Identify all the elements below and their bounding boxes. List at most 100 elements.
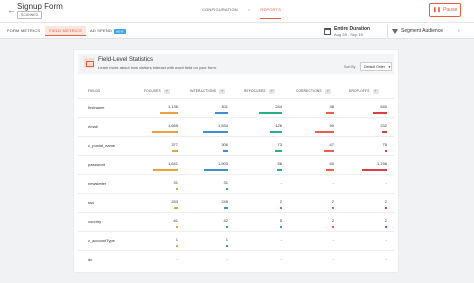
dropoffs-value: 640	[380, 104, 387, 109]
help-icon[interactable]: ?	[324, 89, 331, 94]
corrections-value: 90	[329, 123, 334, 128]
step-reports[interactable]: REPORTS	[260, 7, 282, 19]
dropoffs-bar	[385, 207, 387, 209]
dropoffs-bar	[361, 169, 387, 171]
refocuses-value: -	[280, 180, 282, 185]
table-row[interactable]: dc - - - - -	[78, 250, 394, 269]
refocuses-value: 56	[277, 161, 282, 166]
tab-field-metrics[interactable]: FIELD METRICS	[45, 26, 87, 36]
dropoffs-value: -	[385, 256, 387, 261]
focuses-bar	[176, 188, 178, 190]
dropoffs-value: 2	[384, 199, 387, 204]
interactions-bar	[224, 207, 228, 209]
table-row[interactable]: password 1,641 1,500 56 40 1,198	[78, 155, 394, 174]
interactions-value: 811	[221, 104, 228, 109]
focuses-bar	[174, 207, 178, 209]
interactions-value: 245	[221, 199, 228, 204]
interactions-value: 306	[221, 142, 228, 147]
corrections-value: 47	[329, 142, 334, 147]
dropoffs-bar	[385, 226, 387, 228]
corrections-bar	[332, 207, 334, 209]
dropoffs-bar	[373, 112, 387, 114]
table-row[interactable]: country 61 42 5 2 2	[78, 212, 394, 231]
page-title: Signup Form	[17, 2, 63, 11]
col-dropoffs-label: DROP-OFFS	[349, 89, 370, 93]
focuses-value: -	[176, 256, 178, 261]
refocuses-value: 5	[279, 218, 282, 223]
col-corrections: CORRECTIONS?	[296, 89, 331, 94]
interactions-bar	[204, 169, 228, 171]
help-icon[interactable]: ?	[219, 89, 226, 94]
focuses-bar	[176, 226, 178, 228]
dropoffs-value: 75	[382, 142, 387, 147]
focuses-value: 253	[171, 199, 178, 204]
refocuses-value: -	[280, 256, 282, 261]
focuses-value: 1,641	[167, 161, 178, 166]
refocuses-bar	[269, 131, 282, 133]
refocuses-bar	[274, 150, 282, 152]
field-name: sso	[88, 200, 95, 205]
field-name: firstname	[88, 105, 105, 110]
table-row[interactable]: firstname 1,136 811 244 38 640	[78, 98, 394, 117]
card-title: Field-Level Statistics	[98, 57, 154, 63]
field-name: password	[88, 162, 106, 167]
corrections-value: 38	[329, 104, 334, 109]
table-row[interactable]: sso 253 245 2 2 2	[78, 193, 394, 212]
tab-ad-spend[interactable]: AD SPEND NEW	[90, 28, 126, 34]
step-configuration[interactable]: CONFIGURATION	[202, 7, 238, 12]
step-nav: CONFIGURATION > REPORTS	[202, 7, 291, 19]
dropoffs-bar	[382, 131, 387, 133]
focuses-value: 1,665	[167, 123, 178, 128]
table-row[interactable]: email 1,665 1,534 126 90 232	[78, 117, 394, 136]
interactions-value: 1,500	[217, 161, 228, 166]
refocuses-value: -	[280, 237, 282, 242]
focuses-value: 377	[171, 142, 178, 147]
tab-form-metrics[interactable]: FORM METRICS	[7, 28, 40, 33]
pause-button[interactable]: ❚❚ Pause	[429, 3, 461, 17]
focuses-value: 61	[173, 218, 178, 223]
sort-select[interactable]: Default Order ▼	[360, 62, 392, 71]
refocuses-value: 2	[279, 199, 282, 204]
table-row[interactable]: c_accountType 1 1 - - -	[78, 231, 394, 250]
step-separator: >	[247, 7, 251, 12]
interactions-value: 31	[223, 180, 228, 185]
corrections-bar	[326, 112, 334, 114]
interactions-bar	[215, 112, 228, 114]
table-row[interactable]: newsletter 31 31 - - -	[78, 174, 394, 193]
refocuses-bar	[258, 112, 282, 114]
status-badge: SCANNED	[17, 11, 43, 19]
help-icon[interactable]: ?	[163, 89, 170, 94]
duration-picker[interactable]: Entire Duration Aug 28 - Sep 15	[324, 25, 370, 38]
help-icon[interactable]: ?	[372, 89, 379, 94]
refocuses-bar	[276, 169, 282, 171]
card-subtitle: Learn more about how visitors interact w…	[98, 65, 217, 70]
pause-label: Pause	[443, 7, 458, 13]
refocuses-value: 126	[275, 123, 282, 128]
field-name: c_postal_name	[88, 143, 116, 148]
sort-value: Default Order	[364, 64, 386, 69]
field-name: newsletter	[88, 181, 107, 186]
field-name: country	[88, 219, 102, 224]
chevron-right-icon[interactable]: ›	[458, 28, 460, 34]
corrections-value: -	[332, 180, 334, 185]
interactions-bar	[226, 188, 228, 190]
focuses-bar	[172, 150, 178, 152]
corrections-value: -	[332, 256, 334, 261]
arrow-left-icon[interactable]: ←	[7, 5, 16, 15]
interactions-bar	[226, 245, 228, 247]
tab-ad-spend-label: AD SPEND	[90, 28, 113, 33]
interactions-value: 42	[223, 218, 228, 223]
col-interactions: INTERACTIONS?	[190, 89, 226, 94]
dropoffs-value: 2	[384, 218, 387, 223]
new-badge: NEW	[114, 28, 126, 34]
col-focuses-label: FOCUSES	[144, 89, 161, 93]
help-icon[interactable]: ?	[268, 89, 275, 94]
table-row[interactable]: c_postal_name 377 306 73 47 75	[78, 136, 394, 155]
corrections-bar	[324, 150, 334, 152]
divider	[387, 25, 388, 38]
corrections-bar	[315, 131, 334, 133]
dropoffs-value: -	[385, 180, 387, 185]
segment-audience-button[interactable]: Segment Audience	[392, 28, 443, 34]
col-dropoffs: DROP-OFFS?	[349, 89, 379, 94]
focuses-bar	[152, 169, 178, 171]
